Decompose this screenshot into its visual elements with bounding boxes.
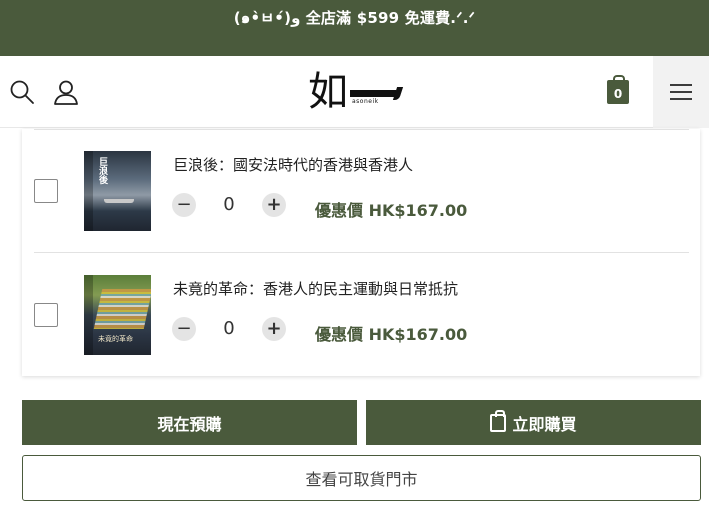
book-cover-image[interactable]: 未竟的革命 xyxy=(84,275,151,355)
book-cover-image[interactable]: 巨浪後 xyxy=(84,151,151,231)
item-checkbox[interactable] xyxy=(34,179,58,203)
list-item: 未竟的革命 未竟的革命：香港人的民主運動與日常抵抗 − 0 + 優惠價 HK$1… xyxy=(22,253,700,376)
quantity-stepper: − 0 + xyxy=(172,316,287,342)
increase-quantity-button[interactable]: + xyxy=(262,317,286,341)
account-button[interactable] xyxy=(50,56,82,128)
store-logo[interactable]: 如 asoneik xyxy=(308,68,404,116)
buy-now-label: 立即購買 xyxy=(512,414,577,434)
user-icon xyxy=(54,80,78,105)
shopping-bag-icon: 0 xyxy=(607,75,629,104)
cover-caption: 未竟的革命 xyxy=(98,335,133,343)
quantity-value[interactable]: 0 xyxy=(216,192,242,218)
preorder-label: 現在預購 xyxy=(157,414,222,434)
related-products-list: 巨浪後 巨浪後：國安法時代的香港與香港人 − 0 + 優惠價 HK$167.00… xyxy=(22,129,700,376)
search-icon xyxy=(10,80,34,104)
promo-text: (๑•̀ㅂ•́)و 全店滿 $599 免運費.ᐟ.ᐟ xyxy=(233,9,476,27)
cart-count: 0 xyxy=(613,86,623,101)
decrease-quantity-button[interactable]: − xyxy=(172,193,196,217)
search-button[interactable] xyxy=(6,56,38,128)
increase-quantity-button[interactable]: + xyxy=(262,193,286,217)
preorder-button[interactable]: 現在預購 xyxy=(22,400,357,445)
store-availability-button[interactable]: 查看可取貨門市 xyxy=(22,455,701,501)
item-price: 優惠價 HK$167.00 xyxy=(315,201,468,220)
quantity-stepper: − 0 + xyxy=(172,192,287,218)
logo-glyph: 如 xyxy=(308,69,348,115)
item-price: 優惠價 HK$167.00 xyxy=(315,325,468,344)
item-checkbox[interactable] xyxy=(34,303,58,327)
buy-now-button[interactable]: 立即購買 xyxy=(366,400,701,445)
quantity-value[interactable]: 0 xyxy=(216,316,242,342)
logo-mark: asoneik xyxy=(348,72,404,112)
item-title[interactable]: 巨浪後：國安法時代的香港與香港人 xyxy=(173,154,413,175)
cover-title: 巨浪後 xyxy=(97,157,107,184)
decrease-quantity-button[interactable]: − xyxy=(172,317,196,341)
logo-subtext: asoneik xyxy=(352,98,379,105)
store-availability-label: 查看可取貨門市 xyxy=(305,470,418,489)
site-header: 如 asoneik 0 xyxy=(0,56,709,128)
item-title[interactable]: 未竟的革命：香港人的民主運動與日常抵抗 xyxy=(173,278,458,299)
shopping-bag-icon xyxy=(490,409,507,432)
menu-button[interactable] xyxy=(653,56,709,128)
promo-banner: (๑•̀ㅂ•́)و 全店滿 $599 免運費.ᐟ.ᐟ xyxy=(0,0,709,56)
hamburger-menu-icon xyxy=(670,84,692,100)
cart-button[interactable]: 0 xyxy=(600,56,636,128)
list-item: 巨浪後 巨浪後：國安法時代的香港與香港人 − 0 + 優惠價 HK$167.00 xyxy=(22,129,700,252)
